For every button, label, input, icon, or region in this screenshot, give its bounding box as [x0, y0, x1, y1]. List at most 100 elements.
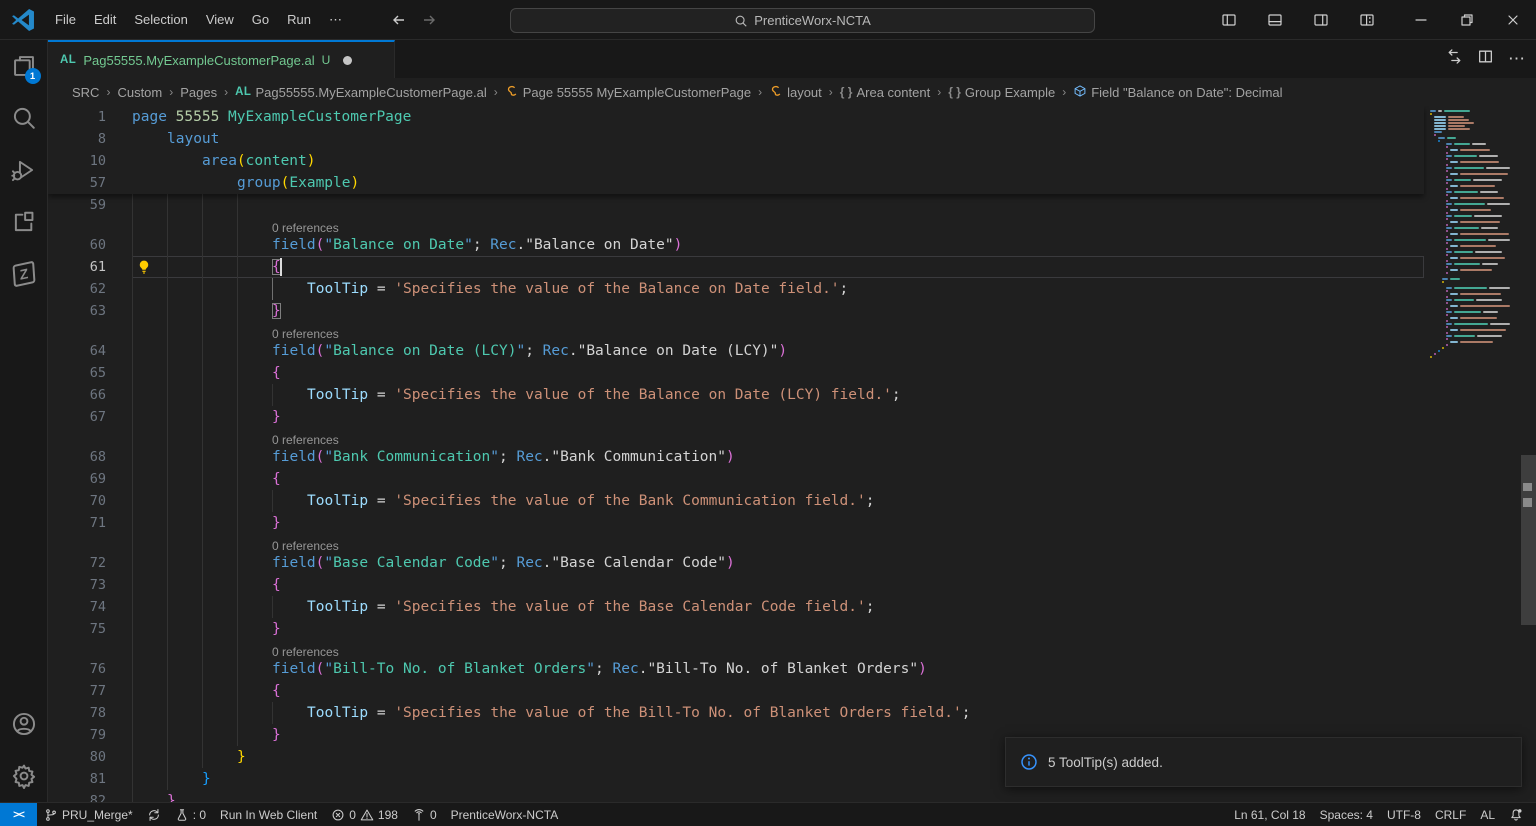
- status-al-configuration[interactable]: PrenticeWorx-NCTA: [444, 803, 566, 826]
- status-ports[interactable]: 0: [405, 803, 444, 826]
- title-bar: FileEditSelectionViewGoRun⋯ PrenticeWorx…: [0, 0, 1536, 40]
- breadcrumb-item[interactable]: SRC: [72, 85, 99, 100]
- lightbulb-icon[interactable]: [136, 259, 152, 275]
- status-git-branch[interactable]: PRU_Merge*: [37, 803, 140, 826]
- status-eol-sequence[interactable]: CRLF: [1428, 803, 1473, 826]
- status-git-sync[interactable]: [140, 803, 168, 826]
- breadcrumb-separator: ›: [106, 85, 110, 99]
- line-content: ToolTip = 'Specifies the value of the Ba…: [132, 384, 1424, 406]
- warning-icon: [360, 808, 374, 822]
- line-number: 70: [48, 490, 132, 512]
- line-number: 62: [48, 278, 132, 300]
- go-back-icon[interactable]: [391, 12, 407, 28]
- line-content: {: [132, 362, 1424, 384]
- activity-extensions[interactable]: [0, 196, 48, 248]
- breadcrumb-item[interactable]: Field "Balance on Date": Decimal: [1073, 84, 1282, 101]
- line-content: 0 references: [132, 534, 1424, 552]
- breadcrumb-item[interactable]: Custom: [117, 85, 162, 100]
- status-encoding[interactable]: UTF-8: [1380, 803, 1428, 826]
- split-editor-button[interactable]: [1477, 48, 1494, 70]
- toggle-secondary-sidebar-button[interactable]: [1298, 0, 1344, 40]
- status-al-test-counter[interactable]: : 0: [168, 803, 213, 826]
- status-indentation-label: Spaces: 4: [1320, 808, 1373, 822]
- menu-selection[interactable]: Selection: [125, 7, 196, 33]
- activity-al-extension[interactable]: Z: [0, 248, 48, 300]
- open-changes-button[interactable]: [1446, 48, 1463, 70]
- line-content: field("Base Calendar Code"; Rec."Base Ca…: [132, 552, 1424, 574]
- code-line-57: 57group(Example): [48, 172, 1424, 194]
- breadcrumb-item[interactable]: Pages: [180, 85, 217, 100]
- code-editor[interactable]: 590 references60field("Balance on Date";…: [48, 106, 1536, 802]
- vscode-logo-icon: [10, 7, 36, 33]
- status-git-branch-label: PRU_Merge*: [62, 808, 133, 822]
- line-content: 0 references: [132, 640, 1424, 658]
- tab-modified-dot-icon[interactable]: [343, 56, 352, 65]
- window-controls: [1206, 0, 1536, 40]
- activity-accounts[interactable]: [0, 698, 48, 750]
- code-line-73: 73{: [48, 574, 1424, 596]
- line-number: 63: [48, 300, 132, 322]
- line-number: 10: [48, 150, 132, 172]
- menu-file[interactable]: File: [46, 7, 85, 33]
- status-run-in-web-client[interactable]: Run In Web Client: [213, 803, 324, 826]
- breadcrumb-item[interactable]: ALPag55555.MyExampleCustomerPage.al: [235, 85, 487, 100]
- codelens-row: 0 references: [48, 428, 1424, 446]
- minimize-button[interactable]: [1398, 0, 1444, 40]
- tab-active-file[interactable]: AL Pag55555.MyExampleCustomerPage.al U: [48, 40, 395, 78]
- status-language-mode[interactable]: AL: [1473, 803, 1502, 826]
- line-content: }: [132, 406, 1424, 428]
- status-indentation[interactable]: Spaces: 4: [1313, 803, 1380, 826]
- breadcrumb-item[interactable]: Page 55555 MyExampleCustomerPage: [505, 84, 751, 101]
- line-content: layout: [132, 128, 1424, 150]
- info-icon: [1020, 753, 1038, 771]
- activity-search[interactable]: [0, 92, 48, 144]
- line-number: 69: [48, 468, 132, 490]
- menu-bar: FileEditSelectionViewGoRun⋯: [46, 7, 351, 33]
- menu-go[interactable]: Go: [243, 7, 278, 33]
- activity-explorer[interactable]: 1: [0, 40, 48, 92]
- breadcrumb-separator: ›: [169, 85, 173, 99]
- line-number: 66: [48, 384, 132, 406]
- menu-edit[interactable]: Edit: [85, 7, 125, 33]
- status-remote-indicator[interactable]: ><: [0, 803, 37, 826]
- close-button[interactable]: [1490, 0, 1536, 40]
- code-line-65: 65{: [48, 362, 1424, 384]
- status-problems[interactable]: 0198: [324, 803, 405, 826]
- notification-toast[interactable]: 5 ToolTip(s) added.: [1005, 737, 1522, 787]
- breadcrumb-item[interactable]: { }Group Example: [948, 85, 1055, 100]
- code-line-64: 64field("Balance on Date (LCY)"; Rec."Ba…: [48, 340, 1424, 362]
- menu-[interactable]: ⋯: [320, 7, 351, 33]
- code-line-63: 63}: [48, 300, 1424, 322]
- menu-view[interactable]: View: [197, 7, 243, 33]
- line-number: 79: [48, 724, 132, 746]
- code-line-82: 82}: [48, 790, 1424, 802]
- line-number: 73: [48, 574, 132, 596]
- error-icon: [331, 808, 345, 822]
- status-cursor-position[interactable]: Ln 61, Col 18: [1227, 803, 1312, 826]
- line-number: 57: [48, 172, 132, 194]
- restore-button[interactable]: [1444, 0, 1490, 40]
- breadcrumb-item[interactable]: layout: [769, 84, 822, 101]
- code-line-10: 10area(content): [48, 150, 1424, 172]
- status-run-in-web-client-label: Run In Web Client: [220, 808, 317, 822]
- scrollbar-slider[interactable]: [1521, 455, 1536, 625]
- go-forward-icon[interactable]: [421, 12, 437, 28]
- more-actions-button[interactable]: ⋯: [1508, 49, 1526, 69]
- line-number: 81: [48, 768, 132, 790]
- line-content: [132, 194, 1424, 216]
- command-center-search[interactable]: PrenticeWorx-NCTA: [510, 8, 1095, 33]
- activity-settings[interactable]: [0, 750, 48, 802]
- menu-run[interactable]: Run: [278, 7, 320, 33]
- minimap[interactable]: [1424, 106, 1521, 802]
- status-notifications-bell[interactable]: [1502, 803, 1530, 826]
- customize-layout-button[interactable]: [1344, 0, 1390, 40]
- line-number: 59: [48, 194, 132, 216]
- toggle-primary-sidebar-button[interactable]: [1206, 0, 1252, 40]
- vertical-scrollbar[interactable]: [1521, 106, 1536, 802]
- codelens-row: 0 references: [48, 216, 1424, 234]
- breadcrumb-item[interactable]: { }Area content: [840, 85, 930, 100]
- line-content: page 55555 MyExampleCustomerPage: [132, 106, 1424, 128]
- activity-run-and-debug[interactable]: [0, 144, 48, 196]
- line-content: }: [132, 512, 1424, 534]
- toggle-panel-button[interactable]: [1252, 0, 1298, 40]
